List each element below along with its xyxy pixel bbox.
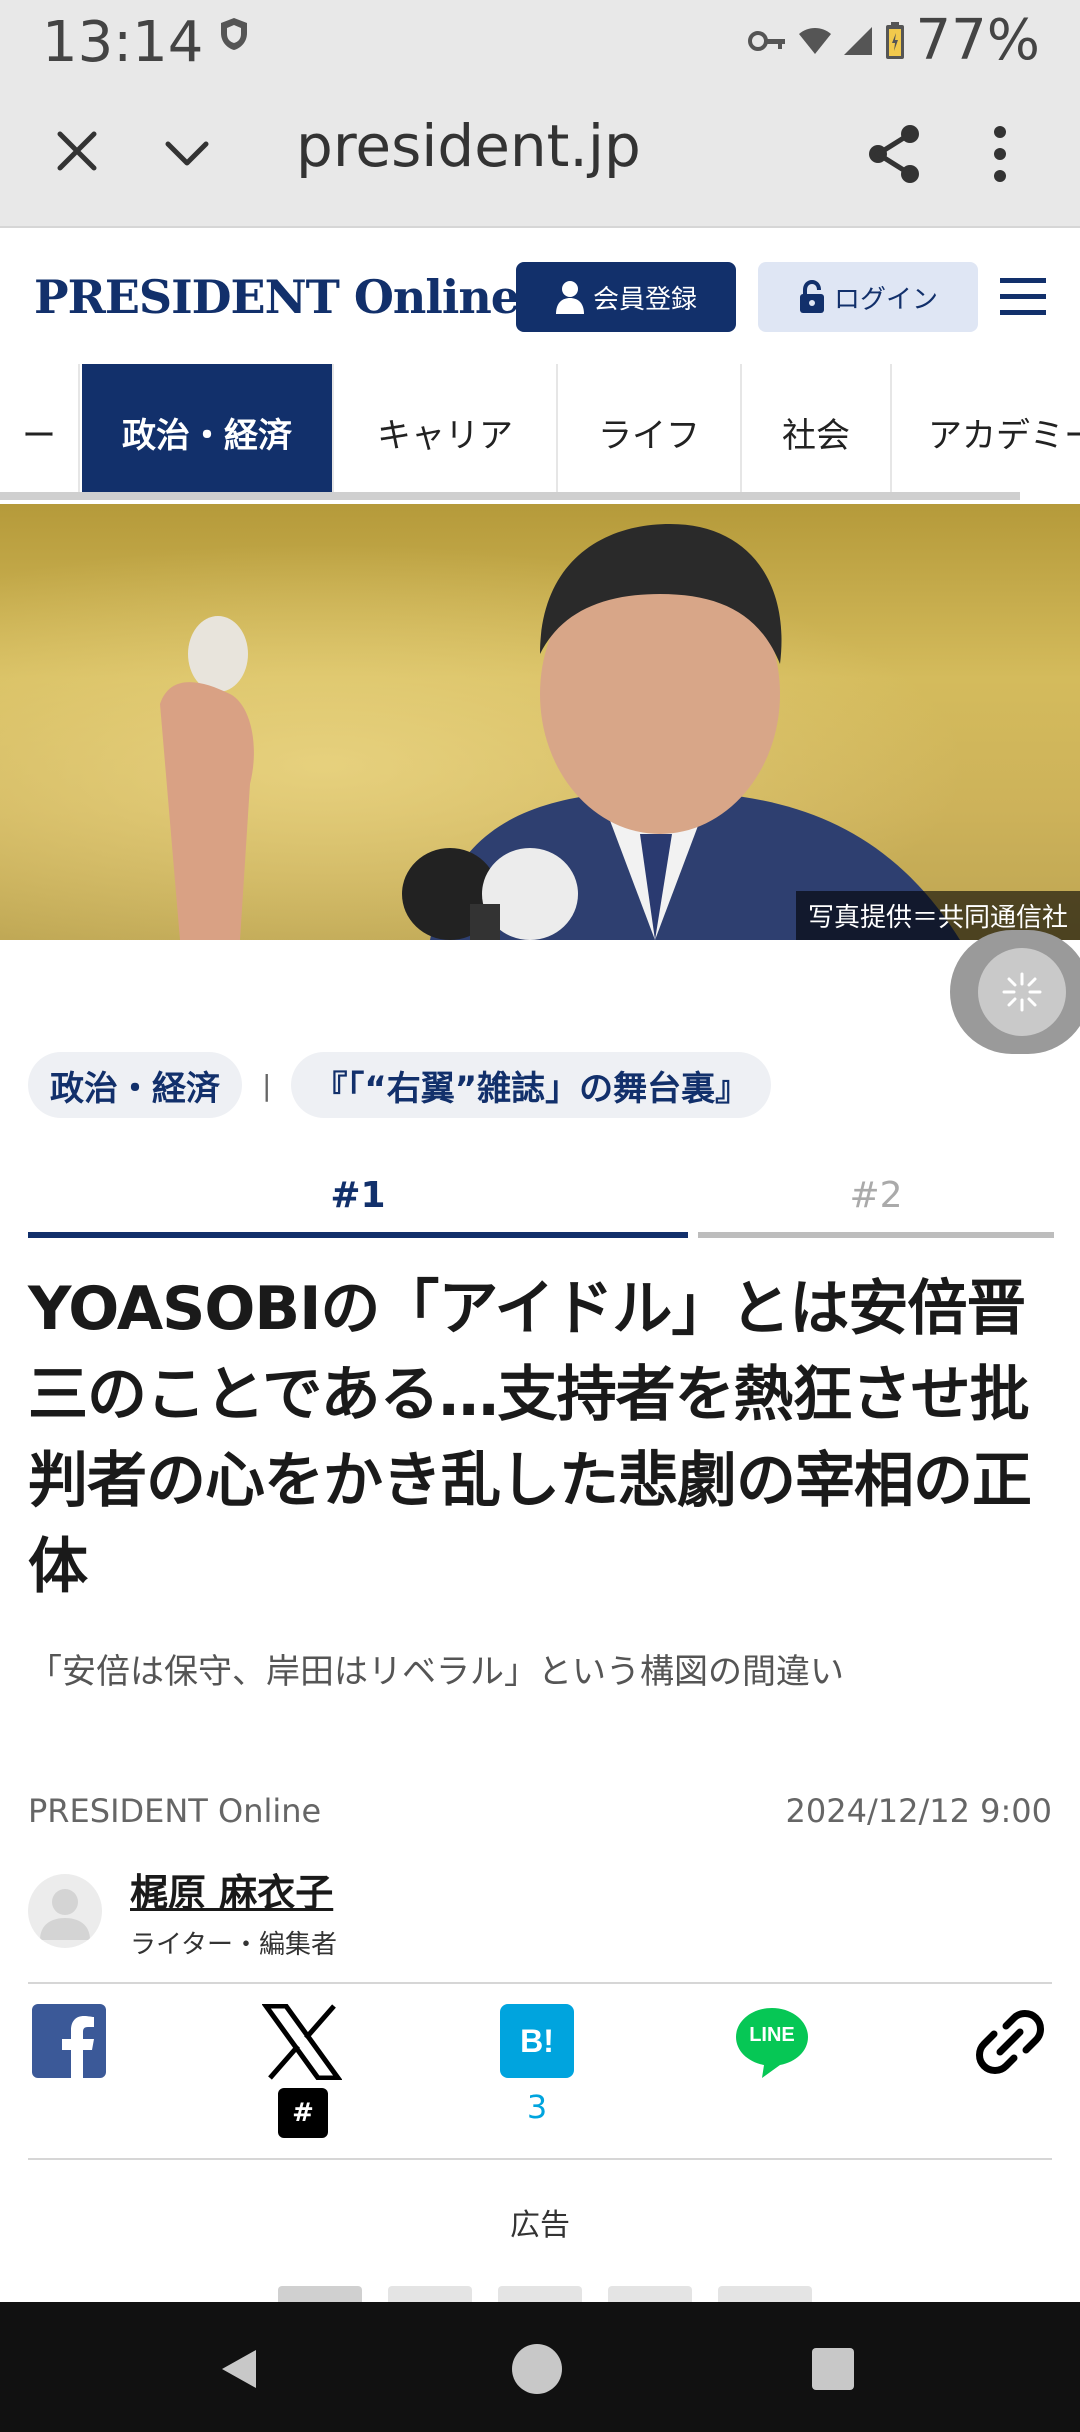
author-name[interactable]: 梶原 麻衣子 bbox=[130, 1862, 333, 1917]
battery-percent: 77% bbox=[915, 8, 1040, 73]
author-avatar[interactable] bbox=[28, 1874, 102, 1948]
chevron-down-icon[interactable] bbox=[160, 126, 214, 180]
browser-toolbar: president.jp bbox=[0, 84, 1080, 228]
category-item-life[interactable]: ライフ bbox=[558, 364, 742, 500]
register-label: 会員登録 bbox=[592, 284, 697, 315]
divider bbox=[28, 1982, 1052, 1984]
category-item-politics[interactable]: 政治・経済 bbox=[82, 364, 334, 500]
more-vert-icon[interactable] bbox=[990, 124, 1010, 184]
hero-image: 写真提供＝共同通信社 bbox=[0, 504, 1080, 940]
user-icon bbox=[555, 281, 584, 314]
hero-illustration bbox=[160, 524, 960, 940]
lock-icon bbox=[799, 280, 824, 313]
register-button[interactable]: 会員登録 bbox=[516, 262, 736, 332]
category-item-career[interactable]: キャリア bbox=[334, 364, 558, 500]
part-tab-1[interactable]: #1 bbox=[28, 1160, 688, 1230]
category-scroll-indicator bbox=[0, 492, 1020, 500]
status-time: 13:14 bbox=[42, 10, 204, 75]
site-header: PRESIDENT Online 会員登録 ログイン bbox=[0, 230, 1080, 364]
status-bar: 13:14 77% bbox=[0, 0, 1080, 84]
status-right: 77% bbox=[747, 8, 1040, 73]
hatena-bookmark-button[interactable]: B! bbox=[500, 2004, 574, 2078]
article-date: 2024/12/12 9:00 bbox=[785, 1792, 1052, 1830]
wifi-icon bbox=[798, 27, 831, 54]
article-tags: 政治・経済 | 『「“右翼”雑誌」の舞台裏』 bbox=[28, 1052, 772, 1118]
share-icon[interactable] bbox=[866, 124, 922, 184]
divider bbox=[28, 2158, 1052, 2160]
author-role: ライター・編集者 bbox=[130, 1930, 337, 1960]
part-tab-2-indicator bbox=[698, 1232, 1054, 1238]
line-share-button[interactable]: LINE bbox=[732, 2004, 812, 2080]
ad-label: 広告 bbox=[510, 2208, 570, 2243]
tag-separator: | bbox=[262, 1068, 272, 1102]
home-icon[interactable] bbox=[512, 2344, 562, 2394]
category-item-society[interactable]: 社会 bbox=[742, 364, 892, 500]
facebook-share-icon[interactable] bbox=[32, 2004, 106, 2078]
category-item-academy[interactable]: アカデミー bbox=[892, 364, 1080, 500]
article-title: YOASOBIの「アイドル」とは安倍晋三のことである…支持者を熱狂させ批判者の心… bbox=[28, 1274, 1032, 1602]
line-label: LINE bbox=[749, 2024, 795, 2046]
battery-icon bbox=[885, 21, 904, 59]
x-hashtag-badge: # bbox=[278, 2088, 328, 2138]
category-item[interactable]: ー bbox=[0, 364, 80, 500]
login-button[interactable]: ログイン bbox=[758, 262, 978, 332]
floating-inner bbox=[978, 948, 1066, 1036]
article-subtitle: 「安倍は保守、岸田はリベラル」という構図の間違い bbox=[28, 1652, 844, 1692]
login-label: ログイン bbox=[833, 284, 938, 315]
x-share-icon[interactable] bbox=[262, 2004, 342, 2080]
article-source: PRESIDENT Online bbox=[28, 1792, 322, 1830]
system-nav-bar bbox=[0, 2302, 1080, 2432]
recent-apps-icon[interactable] bbox=[812, 2348, 854, 2390]
hatena-count: 3 bbox=[526, 2088, 548, 2126]
series-tag[interactable]: 『「“右翼”雑誌」の舞台裏』 bbox=[291, 1052, 772, 1118]
shield-icon bbox=[221, 18, 247, 50]
category-tag[interactable]: 政治・経済 bbox=[28, 1052, 242, 1118]
copy-link-icon[interactable] bbox=[972, 2004, 1048, 2080]
part-tab-2[interactable]: #2 bbox=[698, 1160, 1054, 1230]
url-field[interactable]: president.jp bbox=[296, 112, 641, 180]
part-tab-1-indicator bbox=[28, 1232, 688, 1238]
close-icon[interactable] bbox=[50, 124, 104, 178]
category-nav: ー 政治・経済 キャリア ライフ 社会 アカデミー bbox=[0, 364, 1080, 504]
sparkle-icon bbox=[1002, 972, 1042, 1012]
vpn-key-icon bbox=[747, 30, 785, 51]
signal-icon bbox=[843, 26, 872, 55]
menu-icon[interactable] bbox=[998, 274, 1048, 320]
site-logo[interactable]: PRESIDENT Online bbox=[34, 270, 520, 324]
avatar-placeholder-icon bbox=[40, 1889, 90, 1940]
floating-action-button[interactable] bbox=[950, 930, 1080, 1054]
back-icon[interactable] bbox=[214, 2344, 264, 2394]
